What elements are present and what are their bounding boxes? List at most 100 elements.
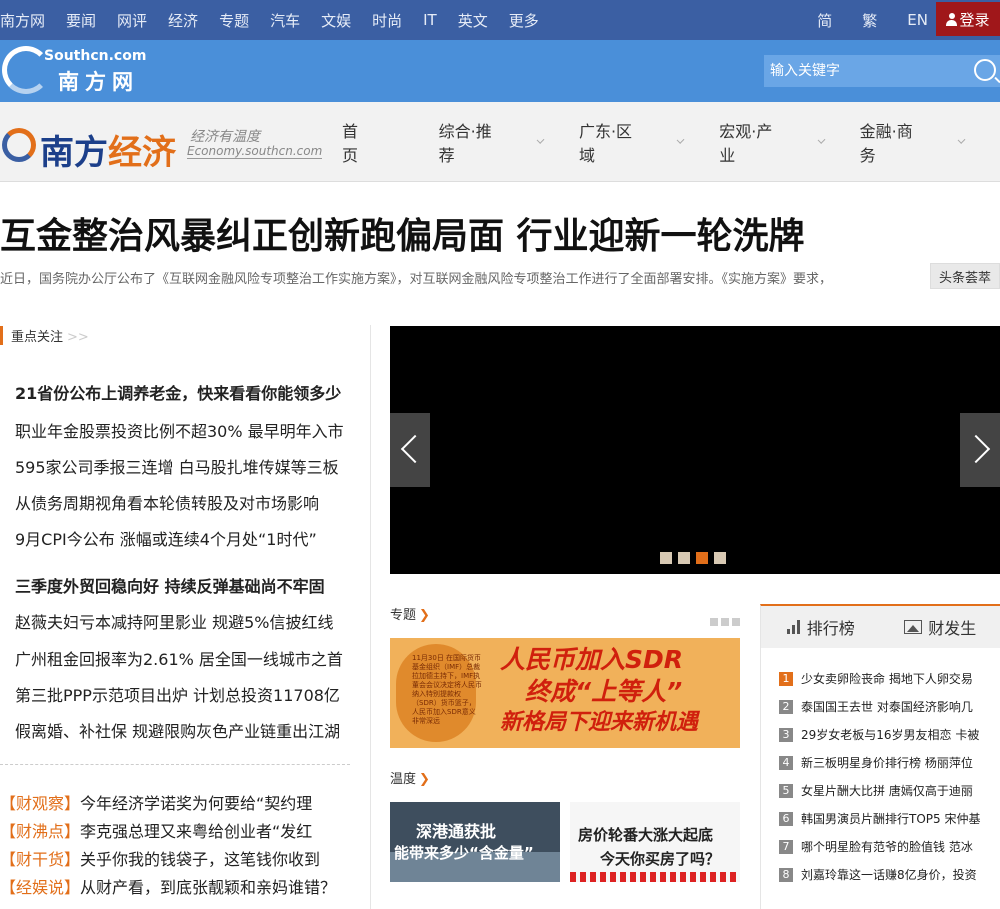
rank-number: 2 <box>779 699 793 714</box>
ranking-item[interactable]: 3 29岁女老板与16岁男友相恋 卡被 <box>779 726 1000 743</box>
chevron-down-icon <box>536 136 545 144</box>
column-item[interactable]: 【财沸点】李克强总理又来粤给创业者“发红 <box>0 818 350 842</box>
southcn-logo[interactable]: Southcn.com 南方网 <box>2 44 146 98</box>
rank-number: 6 <box>779 811 793 826</box>
nav-item-economy[interactable]: 经济 <box>168 10 198 31</box>
lang-traditional[interactable]: 繁 <box>862 10 877 31</box>
focus-item[interactable]: 三季度外贸回稳向好 持续反弹基础尚不牢固 <box>15 573 350 597</box>
rank-number: 3 <box>779 727 793 742</box>
ranking-item[interactable]: 2 泰国国王去世 对泰国经济影响几 <box>779 698 1000 715</box>
carousel-indicators <box>660 552 732 564</box>
focus-item[interactable]: 21省份公布上调养老金，快来看看你能领多少 <box>15 380 350 404</box>
double-chevron-icon: >> <box>67 330 89 345</box>
ranking-item[interactable]: 5 女星片酬大比拼 唐嫣仅高于迪丽 <box>779 782 1000 799</box>
logo-en-text: Southcn.com <box>44 48 147 64</box>
special-section-title[interactable]: 专题 ❯ <box>390 604 430 623</box>
tab-ranking[interactable]: 排行榜 <box>761 615 881 639</box>
rank-number: 8 <box>779 867 793 882</box>
nav-item-auto[interactable]: 汽车 <box>270 10 300 31</box>
search-icon[interactable] <box>974 59 996 81</box>
lang-english[interactable]: EN <box>907 11 928 29</box>
nav-item-special[interactable]: 专题 <box>219 10 249 31</box>
channel-tab-general[interactable]: 综合·推荐 <box>439 118 545 166</box>
tab-finance-events[interactable]: 财发生 <box>881 615 1000 639</box>
lang-simplified[interactable]: 简 <box>817 10 832 31</box>
rank-number: 4 <box>779 755 793 770</box>
channel-tab-home[interactable]: 首页 <box>342 118 403 166</box>
nav-item-southcn[interactable]: 南方网 <box>0 10 45 31</box>
ranking-item[interactable]: 8 刘嘉玲靠这一话赚8亿身价，投资 <box>779 866 1000 883</box>
rank-number: 7 <box>779 839 793 854</box>
channel-tab-macro[interactable]: 宏观·产业 <box>719 118 826 166</box>
channel-tab-guangdong[interactable]: 广东·区域 <box>579 118 685 166</box>
thumb-caption-line2: 今天你买房了吗？ <box>600 850 721 868</box>
rank-number: 1 <box>779 671 793 686</box>
carousel-dot[interactable] <box>678 552 690 564</box>
carousel-dot[interactable] <box>660 552 672 564</box>
thumb-caption-line2: 能带来多少“含金量” <box>394 844 534 862</box>
logo-cn-text: 南方网 <box>58 70 139 94</box>
warmth-section-title[interactable]: 温度 ❯ <box>390 768 430 787</box>
carousel-next-button[interactable] <box>960 413 1000 487</box>
nav-item-english[interactable]: 英文 <box>458 10 488 31</box>
brand-mark-icon <box>2 128 36 162</box>
top-nav-bar: 南方网 要闻 网评 经济 专题 汽车 文娱 时尚 IT 英文 更多 简 繁 EN… <box>0 0 1000 40</box>
chevron-down-icon <box>957 136 966 144</box>
banner-small-text: 11月30日 在国际货币基金组织（IMF）总裁拉加德主持下，IMF执董会会议决定… <box>412 654 482 725</box>
focus-item[interactable]: 第三批PPP示范项目出炉 计划总投资11708亿 <box>15 682 350 706</box>
focus-item[interactable]: 广州租金回报率为2.61% 居全国一线城市之首 <box>15 646 350 670</box>
nav-item-entertainment[interactable]: 文娱 <box>321 10 351 31</box>
headline-digest-button[interactable]: 头条荟萃 <box>930 263 1000 289</box>
column-item[interactable]: 【经娱说】从财产看，到底张靓颖和亲妈谁错？ <box>0 874 350 898</box>
nav-item-more[interactable]: 更多 <box>509 10 539 31</box>
nav-item-news[interactable]: 要闻 <box>66 10 96 31</box>
chevron-down-icon <box>817 136 826 144</box>
carousel-prev-button[interactable] <box>390 413 430 487</box>
ranking-tabs: 排行榜 财发生 <box>761 606 1000 648</box>
carousel-dot-active[interactable] <box>696 552 708 564</box>
column-divider <box>370 325 371 909</box>
section-divider <box>0 764 350 765</box>
ranking-item[interactable]: 1 少女卖卵险丧命 揭地下人卵交易 <box>779 670 1000 687</box>
focus-item[interactable]: 9月CPI今公布 涨幅或连续4个月处“1时代” <box>15 526 350 550</box>
search-input[interactable] <box>764 55 964 87</box>
headline-title[interactable]: 互金整治风暴纠正创新跑偏局面 行业迎新一轮洗牌 <box>0 207 805 259</box>
warmth-thumb-connect[interactable]: 深港通获批 能带来多少“含金量” <box>390 802 560 882</box>
search-box <box>764 55 1000 87</box>
page-dot[interactable] <box>721 618 729 626</box>
page-dot[interactable] <box>732 618 740 626</box>
focus-section-title: 重点关注 >> <box>0 326 89 345</box>
column-item[interactable]: 【财干货】关乎你我的钱袋子，这笔钱你收到 <box>0 846 350 870</box>
chevron-right-icon: ❯ <box>419 608 430 623</box>
banner-line-2: 终成“上等人” <box>525 677 683 706</box>
focus-item[interactable]: 赵薇夫妇亏本减持阿里影业 规避5%信披红线 <box>15 609 350 633</box>
warmth-thumb-housing[interactable]: 房价轮番大涨大起底 今天你买房了吗？ <box>570 802 740 882</box>
nav-item-fashion[interactable]: 时尚 <box>372 10 402 31</box>
ranking-panel: 排行榜 财发生 1 少女卖卵险丧命 揭地下人卵交易 2 泰国国王去世 对泰国经济影响… <box>760 604 1000 909</box>
column-item[interactable]: 【财观察】今年经济学诺奖为何要给“契约理 <box>0 790 350 814</box>
lang-switch: 简 繁 EN 登录 <box>817 0 1000 40</box>
focus-item[interactable]: 从债务周期视角看本轮债转股及对市场影响 <box>15 490 350 514</box>
focus-item[interactable]: 595家公司季报三连增 白马股扎堆传媒等三板 <box>15 454 350 478</box>
channel-brand-logo[interactable]: 南方经济 经济有温度 Economy.southcn.com <box>0 120 323 173</box>
focus-item[interactable]: 职业年金股票投资比例不超30% 最早明年入市 <box>15 418 350 442</box>
thumb-caption-line1: 深港通获批 <box>416 822 497 841</box>
ranking-item[interactable]: 6 韩国男演员片酬排行TOP5 宋仲基 <box>779 810 1000 827</box>
image-carousel[interactable] <box>390 326 1000 574</box>
page-dot[interactable] <box>710 618 718 626</box>
ranking-item[interactable]: 4 新三板明星身价排行榜 杨丽萍位 <box>779 754 1000 771</box>
ranking-item[interactable]: 7 哪个明星脸有范爷的脸值钱 范冰 <box>779 838 1000 855</box>
focus-item[interactable]: 假离婚、补社保 规避限购灰色产业链重出江湖 <box>15 718 350 742</box>
nav-item-comment[interactable]: 网评 <box>117 10 147 31</box>
logo-swirl-icon <box>2 46 50 94</box>
channel-tab-finance[interactable]: 金融·商务 <box>860 118 966 166</box>
nav-item-it[interactable]: IT <box>423 11 437 29</box>
login-label: 登录 <box>959 10 990 29</box>
thumb-chart-graphic <box>570 872 740 882</box>
tab-finance-label: 财发生 <box>928 619 977 638</box>
sdr-special-banner[interactable]: 11月30日 在国际货币基金组织（IMF）总裁拉加德主持下，IMF执董会会议决定… <box>390 638 740 748</box>
brand-url: Economy.southcn.com <box>187 144 323 159</box>
banner-line-1: 人民币加入SDR <box>500 645 684 674</box>
login-button[interactable]: 登录 <box>936 2 1000 36</box>
carousel-dot[interactable] <box>714 552 726 564</box>
